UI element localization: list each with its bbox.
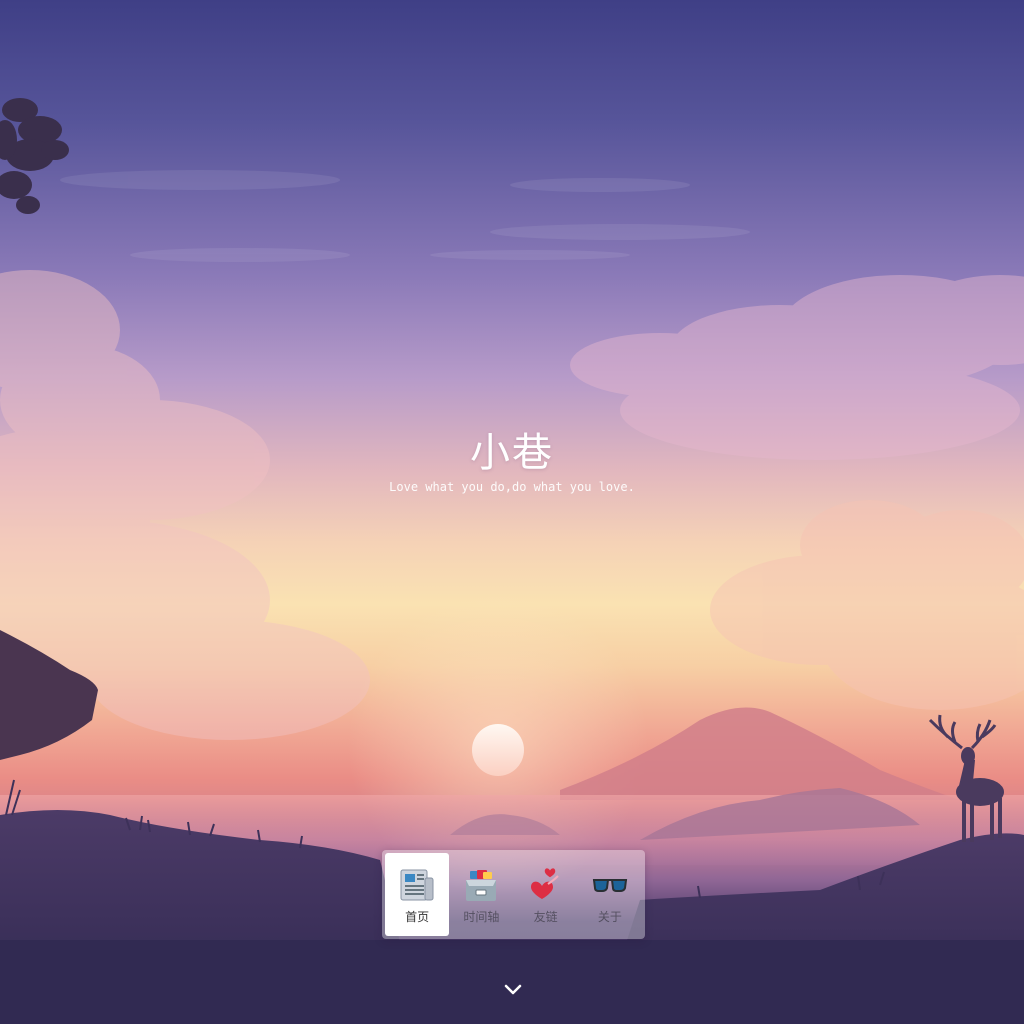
- sun: [472, 724, 524, 776]
- site-slogan: Love what you do,do what you love.: [389, 480, 635, 494]
- nav-label-friend-links: 友链: [533, 910, 558, 924]
- nav-label-about: 关于: [597, 910, 622, 924]
- hero-scene: 小巷 Love what you do,do what you love. 首页: [0, 0, 1024, 1024]
- tree-branch-top-left: [0, 98, 69, 214]
- nav-item-friend-links[interactable]: 友链: [514, 853, 578, 936]
- main-nav-bar: 首页 时间轴 友链 关于: [382, 850, 645, 939]
- cloud-right: [710, 500, 1024, 710]
- sky-streaks: [60, 170, 750, 262]
- two-hearts-icon: [528, 868, 564, 902]
- card-file-box-icon: [463, 868, 499, 902]
- sunglasses-icon: [592, 868, 628, 902]
- chevron-down-icon: [504, 984, 522, 995]
- nav-label-home: 首页: [405, 910, 430, 924]
- nav-item-home[interactable]: 首页: [385, 853, 450, 936]
- scroll-down-button[interactable]: [500, 976, 526, 1002]
- nav-item-about[interactable]: 关于: [578, 853, 642, 936]
- newspaper-icon: [399, 868, 435, 902]
- site-title: 小巷: [470, 430, 554, 476]
- nav-label-timeline: 时间轴: [463, 910, 500, 924]
- nav-item-timeline[interactable]: 时间轴: [449, 853, 513, 936]
